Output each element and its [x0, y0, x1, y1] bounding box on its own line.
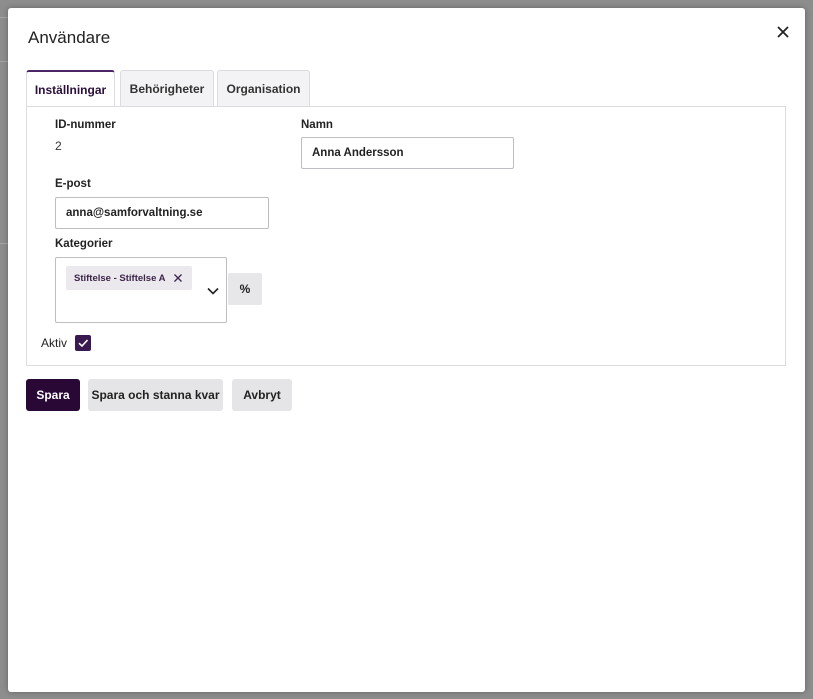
save-button[interactable]: Spara — [26, 379, 80, 411]
category-chip: Stiftelse - Stiftelse A — [66, 266, 192, 290]
email-input[interactable] — [55, 197, 269, 229]
categories-label: Kategorier — [55, 238, 113, 250]
tab-installningar[interactable]: Inställningar — [26, 70, 115, 107]
tab-behorigheter[interactable]: Behörigheter — [120, 70, 214, 106]
backdrop-line — [0, 243, 8, 244]
cancel-button[interactable]: Avbryt — [232, 379, 292, 411]
categories-multiselect[interactable]: Stiftelse - Stiftelse A — [55, 257, 227, 323]
settings-panel: ID-nummer 2 Namn E-post Kategorier Stift… — [26, 106, 786, 366]
save-and-stay-button[interactable]: Spara och stanna kvar — [88, 379, 223, 411]
close-icon — [777, 26, 789, 38]
backdrop-line — [0, 17, 8, 18]
email-label: E-post — [55, 178, 91, 190]
name-label: Namn — [301, 119, 333, 131]
id-label: ID-nummer — [55, 119, 116, 131]
check-icon — [78, 339, 89, 348]
tab-organisation[interactable]: Organisation — [217, 70, 310, 106]
active-checkbox[interactable] — [75, 335, 91, 351]
percent-button[interactable]: % — [228, 273, 262, 305]
user-dialog: Användare Inställningar Behörigheter Org… — [8, 8, 805, 692]
chevron-down-icon[interactable] — [206, 284, 220, 298]
active-label: Aktiv — [41, 336, 68, 350]
backdrop-line — [0, 61, 8, 62]
name-input[interactable] — [301, 137, 514, 169]
id-value: 2 — [55, 139, 62, 153]
close-button[interactable] — [773, 22, 793, 42]
category-chip-label: Stiftelse - Stiftelse A — [74, 272, 166, 284]
chip-remove-icon[interactable] — [172, 272, 184, 284]
dialog-title: Användare — [28, 28, 111, 47]
